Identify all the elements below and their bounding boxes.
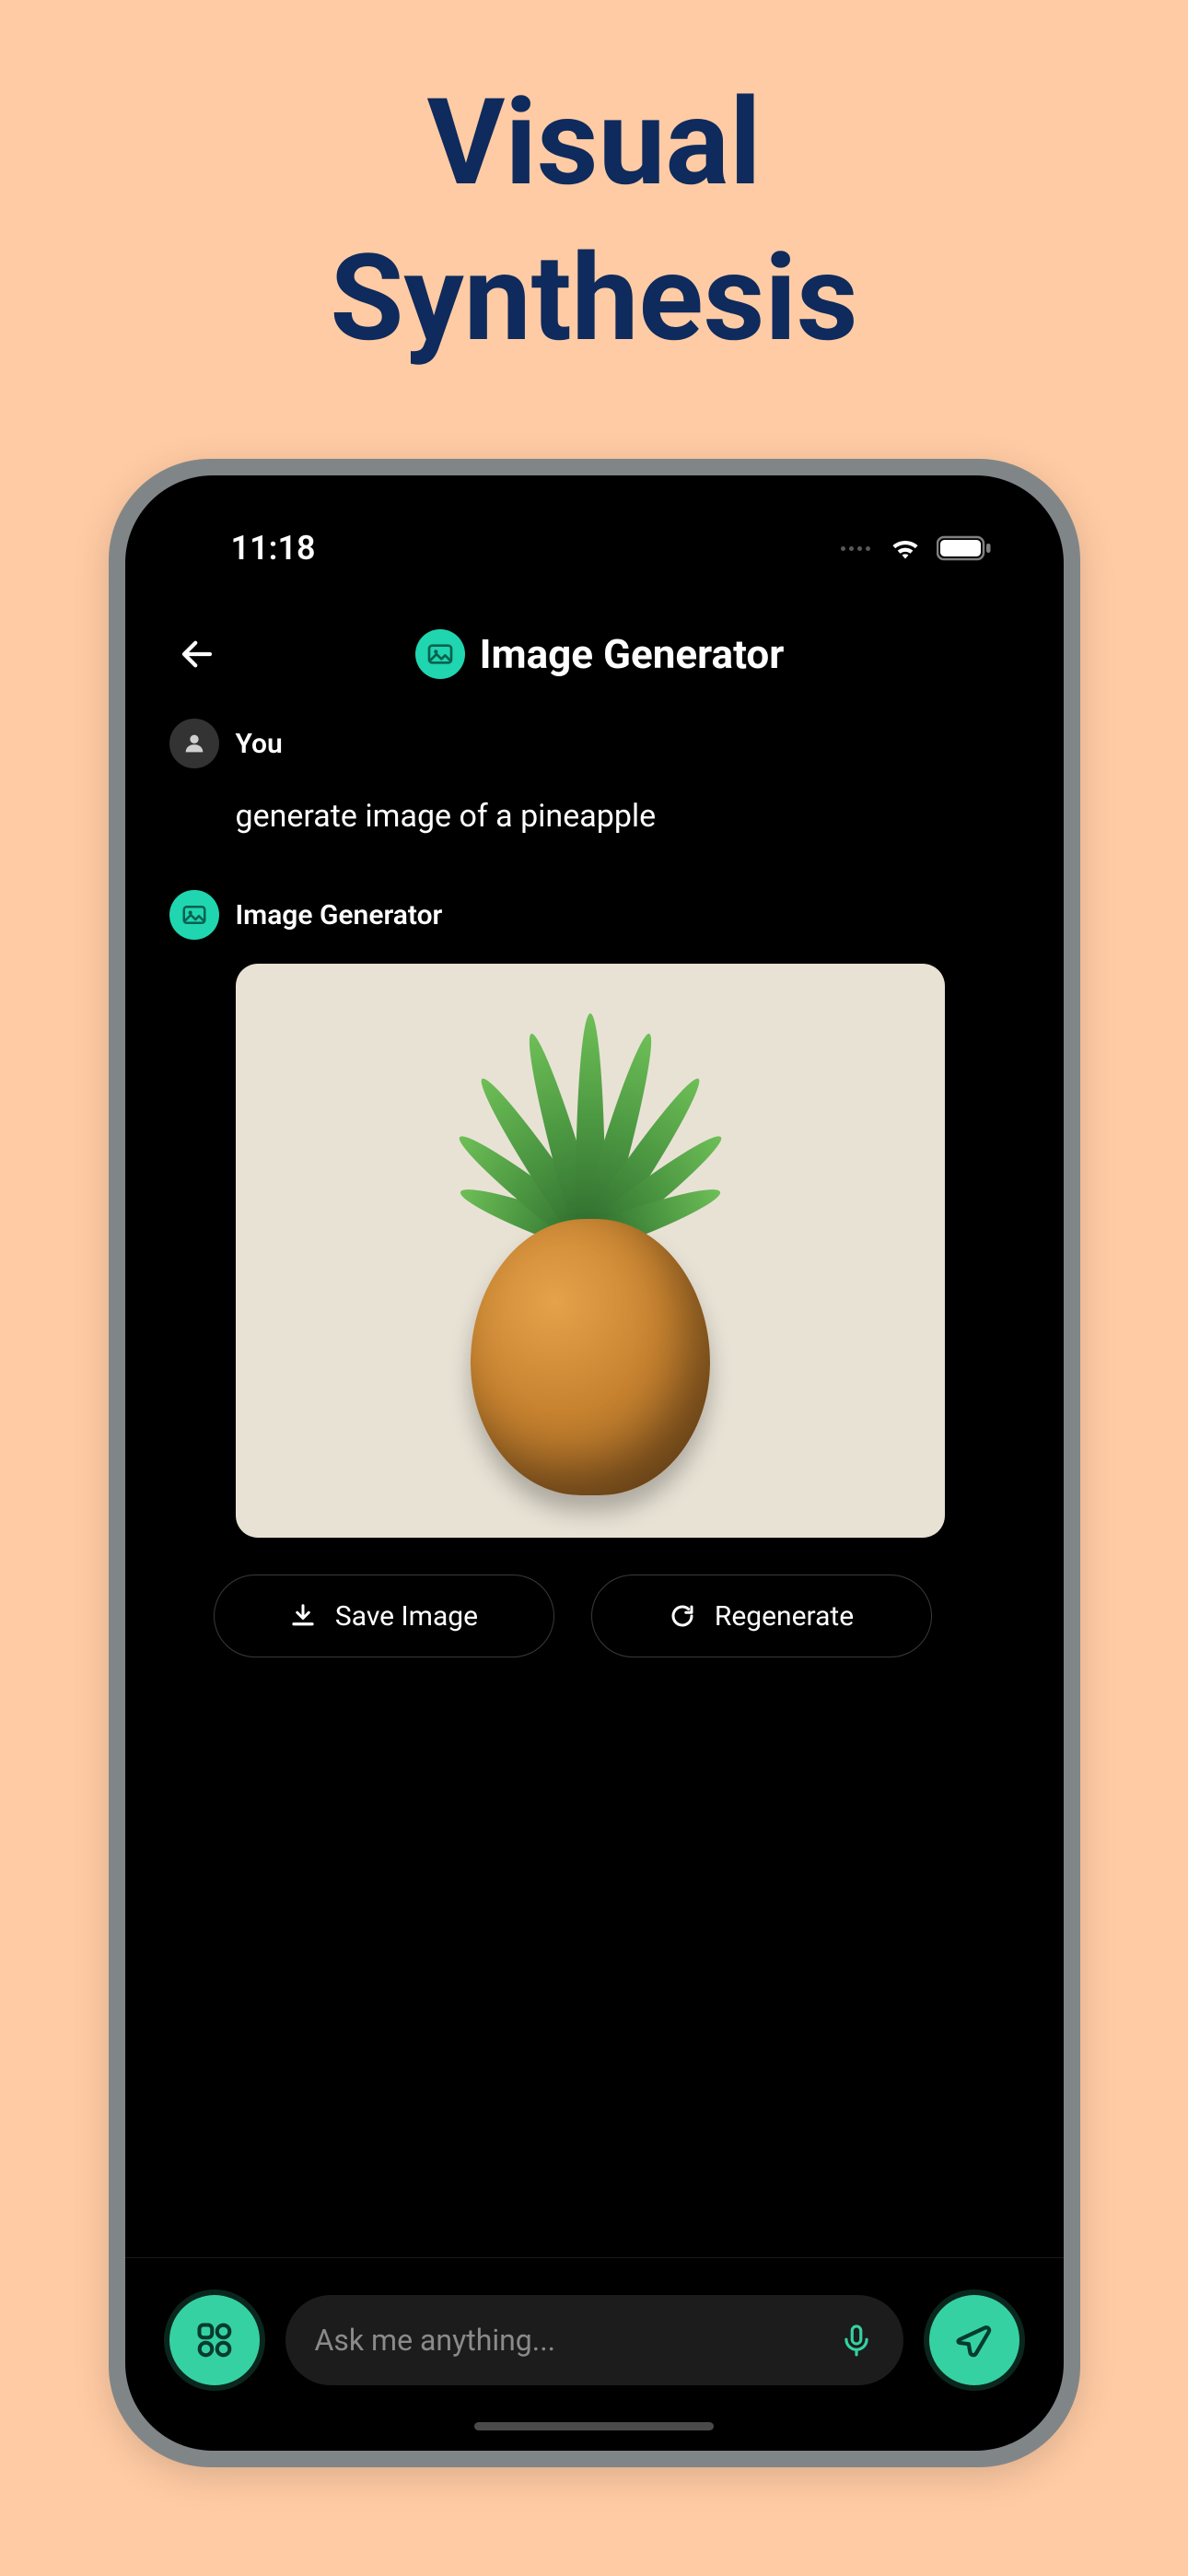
person-icon xyxy=(181,731,207,756)
text-input[interactable]: Ask me anything... xyxy=(285,2295,903,2385)
download-icon xyxy=(289,1602,317,1630)
phone-mockup: 11:18 xyxy=(109,459,1080,2467)
refresh-icon xyxy=(669,1602,696,1630)
user-label: You xyxy=(236,728,283,760)
app-header: Image Generator xyxy=(125,569,1064,702)
wifi-icon xyxy=(889,536,922,560)
home-indicator xyxy=(474,2422,714,2430)
input-panel: Ask me anything... xyxy=(125,2257,1064,2411)
send-button[interactable] xyxy=(929,2295,1019,2385)
apps-menu-button[interactable] xyxy=(169,2295,260,2385)
bot-label: Image Generator xyxy=(236,899,443,931)
input-placeholder: Ask me anything... xyxy=(315,2323,824,2358)
hero-title-line1: Visual xyxy=(427,72,762,213)
cellular-dots-icon xyxy=(841,546,870,551)
pineapple-illustration xyxy=(471,1219,710,1495)
bot-avatar xyxy=(169,890,219,940)
save-image-label: Save Image xyxy=(335,1600,478,1633)
header-title: Image Generator xyxy=(480,630,785,678)
send-icon xyxy=(953,2319,996,2361)
chat-area: You generate image of a pineapple Image … xyxy=(125,702,1064,2257)
app-logo-icon xyxy=(415,629,465,679)
user-message-header: You xyxy=(169,719,1019,768)
user-avatar xyxy=(169,719,219,768)
status-bar: 11:18 xyxy=(125,496,1064,569)
battery-icon xyxy=(937,535,992,561)
image-icon xyxy=(181,901,208,929)
user-message-text: generate image of a pineapple xyxy=(236,798,1019,835)
regenerate-button[interactable]: Regenerate xyxy=(591,1575,932,1657)
regenerate-label: Regenerate xyxy=(715,1600,854,1633)
save-image-button[interactable]: Save Image xyxy=(214,1575,554,1657)
status-time: 11:18 xyxy=(231,529,316,568)
hero-title: Visual Synthesis xyxy=(330,64,857,376)
image-actions: Save Image Regenerate xyxy=(214,1575,1019,1657)
phone-screen: 11:18 xyxy=(125,475,1064,2451)
hero-title-line2: Synthesis xyxy=(330,228,857,369)
generated-image[interactable] xyxy=(236,964,945,1538)
apps-grid-icon xyxy=(194,2320,235,2360)
header-center: Image Generator xyxy=(181,629,1019,679)
microphone-button[interactable] xyxy=(839,2323,874,2358)
status-right xyxy=(841,535,992,561)
bot-message-header: Image Generator xyxy=(169,890,1019,940)
microphone-icon xyxy=(839,2323,874,2358)
